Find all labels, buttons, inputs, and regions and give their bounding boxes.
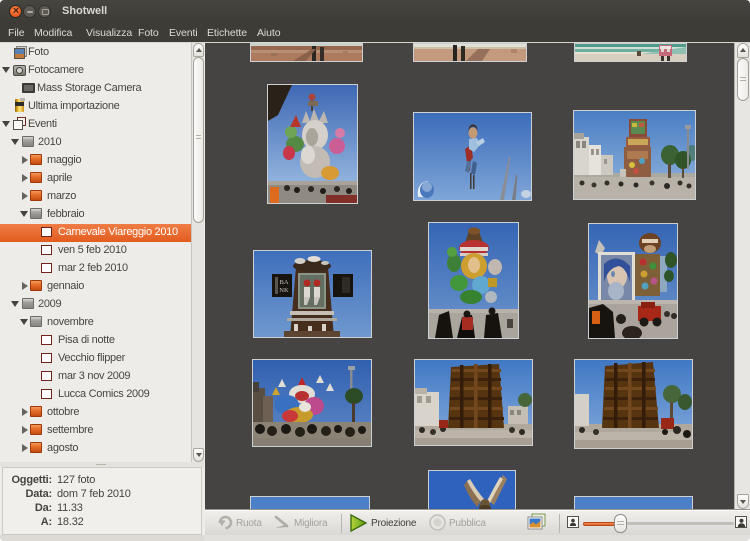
svg-text:NK: NK <box>279 287 289 294</box>
svg-text:BA: BA <box>279 279 288 286</box>
